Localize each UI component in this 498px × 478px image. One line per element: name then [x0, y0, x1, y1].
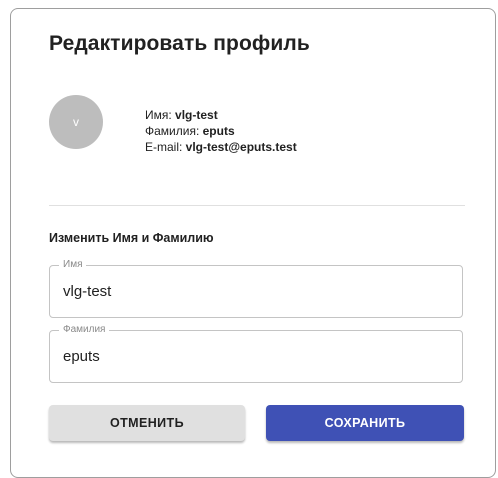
email-value: vlg-test@eputs.test — [185, 140, 297, 154]
first-name-field[interactable]: Имя vlg-test — [49, 259, 463, 318]
edit-profile-card: Редактировать профиль v Имя: vlg-test Фа… — [10, 8, 496, 478]
divider — [49, 205, 465, 206]
email-row: E-mail: vlg-test@eputs.test — [145, 139, 297, 155]
last-name-row: Фамилия: eputs — [145, 123, 297, 139]
first-name-row: Имя: vlg-test — [145, 107, 297, 123]
first-name-label: Имя: — [145, 108, 176, 122]
last-name-field[interactable]: Фамилия eputs — [49, 324, 463, 383]
first-name-value: vlg-test — [175, 108, 218, 122]
last-name-input[interactable]: eputs — [63, 348, 100, 366]
last-name-field-label: Фамилия — [59, 324, 110, 336]
save-button[interactable]: СОХРАНИТЬ — [266, 405, 464, 441]
avatar: v — [49, 95, 103, 149]
cancel-button-label: ОТМЕНИТЬ — [110, 416, 184, 430]
cancel-button[interactable]: ОТМЕНИТЬ — [49, 405, 245, 441]
last-name-label: Фамилия: — [145, 124, 203, 138]
first-name-field-label: Имя — [59, 259, 87, 271]
avatar-letter: v — [73, 115, 79, 129]
last-name-value: eputs — [202, 124, 235, 138]
section-title: Изменить Имя и Фамилию — [49, 231, 214, 245]
email-label: E-mail: — [145, 140, 186, 154]
profile-info: Имя: vlg-test Фамилия: eputs E-mail: vlg… — [145, 107, 297, 155]
first-name-input[interactable]: vlg-test — [63, 283, 111, 301]
save-button-label: СОХРАНИТЬ — [324, 416, 406, 430]
page-title: Редактировать профиль — [49, 32, 310, 55]
